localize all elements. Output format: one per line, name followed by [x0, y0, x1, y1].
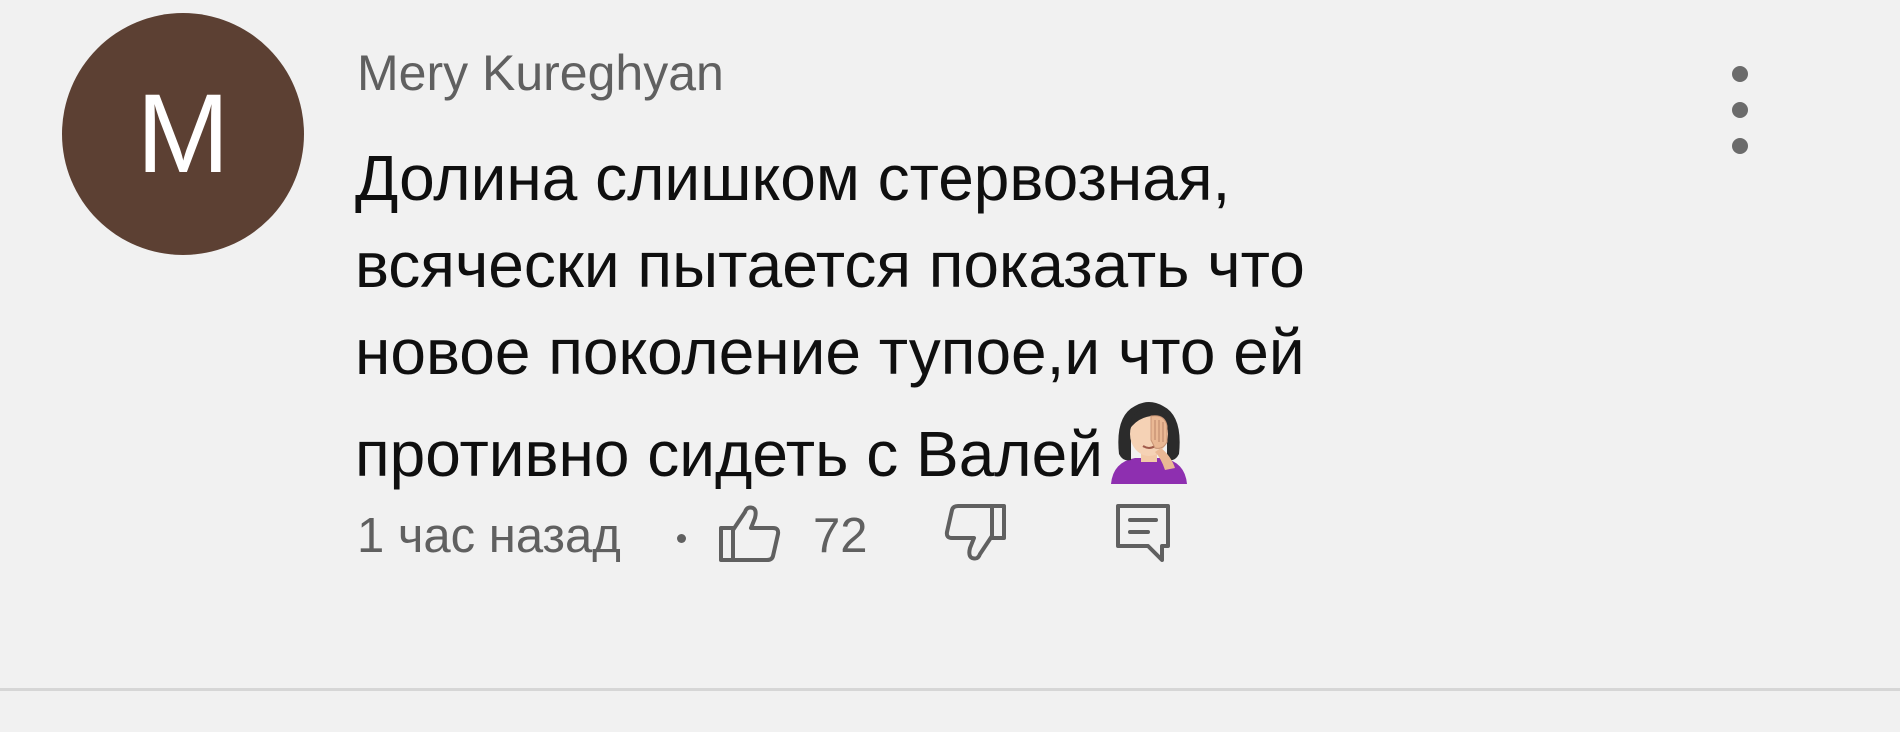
- comment-timestamp: 1 час назад: [357, 509, 621, 563]
- comment-text-line: Долина слишком стервозная,: [355, 142, 1231, 214]
- comment-actions: 1 час назад 72: [357, 500, 1257, 572]
- comment-author[interactable]: Mery Kureghyan: [357, 44, 724, 102]
- divider: [0, 688, 1900, 691]
- comment-text-line: всячески пытается показать что: [355, 229, 1305, 301]
- dislike-button[interactable]: [942, 500, 1008, 566]
- avatar-initial: M: [136, 71, 230, 196]
- comment-text-line-last: противно сидеть с Валей: [355, 396, 1405, 506]
- like-count: 72: [813, 509, 868, 563]
- like-button[interactable]: [717, 500, 783, 566]
- thumbs-down-icon: [942, 500, 1008, 566]
- separator-dot: [677, 534, 686, 543]
- avatar[interactable]: M: [62, 13, 304, 255]
- reply-comment-icon: [1112, 500, 1174, 566]
- woman-facepalming-icon: [1105, 396, 1193, 506]
- more-vertical-icon[interactable]: [1720, 66, 1760, 156]
- thumbs-up-icon: [717, 500, 783, 566]
- comment-item: M Mery Kureghyan Долина слишком стервозн…: [0, 0, 1900, 688]
- comment-text-line: противно сидеть с Валей: [355, 418, 1103, 490]
- reply-button[interactable]: [1112, 500, 1174, 566]
- comment-text: Долина слишком стервозная, всячески пыта…: [355, 135, 1405, 506]
- comment-text-line: новое поколение тупое,и что ей: [355, 316, 1305, 388]
